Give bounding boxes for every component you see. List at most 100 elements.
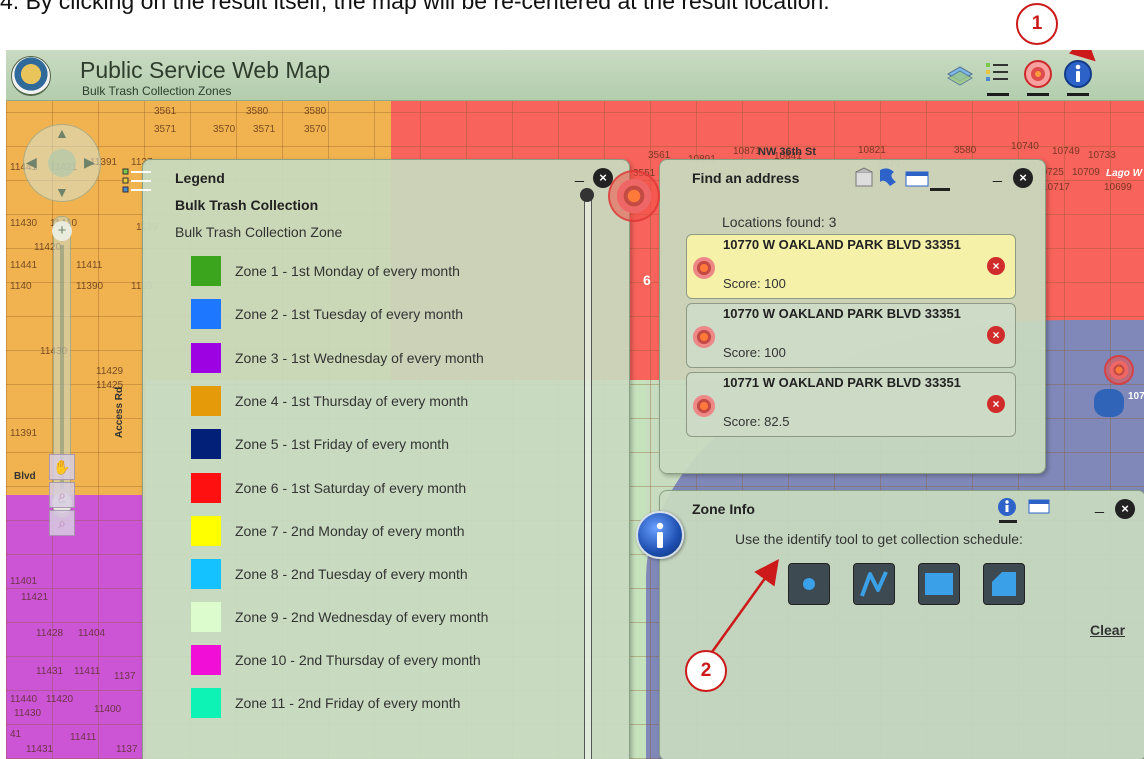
result-address: 10770 W OAKLAND PARK BLVD 33351 [723,306,961,321]
zone-info-close-button[interactable]: × [1115,499,1135,519]
legend-sublayer-name: Bulk Trash Collection Zone [175,224,343,240]
result-address: 10770 W OAKLAND PARK BLVD 33351 [723,237,961,252]
legend-active-indicator [987,93,1009,96]
parcel-number: 11430 [14,708,42,719]
legend-swatch [191,516,221,546]
hand-icon: ✋ [53,459,71,475]
legend-swatch [191,386,221,416]
location-pin-icon [693,395,715,417]
map-digit-label: 6 [643,272,651,288]
pan-left-icon[interactable]: ◀ [26,154,37,171]
zoom-in-button[interactable]: + [52,221,72,241]
remove-result-icon[interactable]: × [987,257,1005,275]
legend-swatch [191,473,221,503]
zoom-out-box-button[interactable]: ⌕ [49,510,75,536]
legend-swatch [191,688,221,718]
legend-label: Zone 5 - 1st Friday of every month [235,436,449,452]
info-active-indicator [1067,93,1089,96]
parcel-number: 3571 [253,124,276,135]
caption-text: 4. By clicking on the result itself, the… [0,0,830,14]
package-icon[interactable] [855,167,873,187]
legend-scrollbar[interactable] [584,192,592,759]
parcel-number: 11404 [78,628,106,639]
legend-layer-name: Bulk Trash Collection [175,197,319,213]
legend-scroll-thumb[interactable] [580,188,594,202]
info-small-icon[interactable] [998,498,1016,516]
callout-2: 2 [685,650,727,692]
pan-right-icon[interactable]: ▶ [84,154,95,171]
address-result[interactable]: 10770 W OAKLAND PARK BLVD 33351 Score: 10… [686,303,1016,368]
find-toolbar [855,167,929,187]
remove-result-icon[interactable]: × [987,395,1005,413]
find-address-marker[interactable] [608,170,660,222]
parcel-number: 3580 [304,106,327,117]
find-active-indicator [1027,93,1049,96]
legend-panel: Legend _ × Bulk Trash Collection Bulk Tr… [122,159,630,759]
polygon-icon [992,572,1016,596]
parcel-number: 11411 [74,666,101,677]
full-extent-button[interactable] [48,149,76,177]
legend-minimize-button[interactable]: _ [575,166,587,183]
pan-up-icon[interactable]: ▲ [55,125,69,141]
result-score: Score: 100 [723,276,786,291]
legend-swatch [191,256,221,286]
zoom-slider-track[interactable] [60,245,64,489]
find-close-button[interactable]: × [1013,168,1033,188]
legend-swatch [191,429,221,459]
road-label: Access Rd [114,386,125,438]
zone-info-minimize-button[interactable]: _ [1095,497,1107,514]
pan-control[interactable]: ▲ ▼ ◀ ▶ [23,124,101,202]
location-pin-icon [693,326,715,348]
remove-result-icon[interactable]: × [987,326,1005,344]
parcel-number: 1137 [116,744,138,755]
document-caption: 4. By clicking on the result itself, the… [0,0,1144,22]
parcel-number: 11421 [21,592,49,603]
parcel-number: 3570 [304,124,327,135]
info-large-icon [656,522,664,548]
web-map-app: 3561357135703571357035803580114411142111… [6,50,1144,759]
legend-button[interactable] [982,58,1014,96]
polygon-tool-button[interactable] [983,563,1025,605]
legend-label: Zone 10 - 2nd Thursday of every month [235,652,481,668]
parcel-number: 11400 [94,704,122,715]
find-address-panel: Find an address _ × Locations found: 3 1… [659,159,1046,474]
result-score: Score: 100 [723,345,786,360]
clear-link[interactable]: Clear [1090,622,1125,638]
point-icon [803,578,815,590]
zoom-in-box-button[interactable]: ⌕ [49,482,75,508]
legend-label: Zone 9 - 2nd Wednesday of every month [235,609,489,625]
legend-label: Zone 7 - 2nd Monday of every month [235,523,465,539]
parcel-number: 11431 [36,666,64,677]
legend-label: Zone 8 - 2nd Tuesday of every month [235,566,468,582]
result-address: 10771 W OAKLAND PARK BLVD 33351 [723,375,961,390]
magnifier-plus-icon: ⌕ [58,487,66,503]
find-minimize-button[interactable]: _ [993,166,1005,183]
parcel-number: 11411 [70,732,97,743]
map-result-marker[interactable] [1104,355,1134,385]
zone-info-panel-icon [636,511,684,559]
zone-info-button[interactable] [1062,58,1094,96]
point-tool-button[interactable] [788,563,830,605]
address-result[interactable]: 10770 W OAKLAND PARK BLVD 33351 Score: 10… [686,234,1016,299]
parcel-number: 3570 [213,124,236,135]
parcel-number: 3561 [154,106,177,117]
parcel-number: 10733 [1088,150,1116,161]
table-small-icon[interactable] [1028,499,1050,514]
layers-icon [947,66,973,86]
pan-down-icon[interactable]: ▼ [55,184,69,200]
lago-label: Lago W [1106,168,1143,179]
find-address-button[interactable] [1022,58,1054,96]
rectangle-tool-button[interactable] [918,563,960,605]
flag-icon[interactable] [880,168,896,186]
legend-swatch [191,559,221,589]
table-icon[interactable] [905,171,929,187]
parcel-number: 10709 [1072,167,1100,178]
polyline-tool-button[interactable] [853,563,895,605]
parcel-number: 41 [10,729,22,740]
basemap-button[interactable] [944,58,976,90]
address-result[interactable]: 10771 W OAKLAND PARK BLVD 33351 Score: 82… [686,372,1016,437]
parcel-number: 10871 [733,146,761,157]
pan-hand-button[interactable]: ✋ [49,454,75,480]
zone-info-panel: Zone Info _ × Use the identify tool to g… [659,490,1144,759]
legend-swatch [191,645,221,675]
